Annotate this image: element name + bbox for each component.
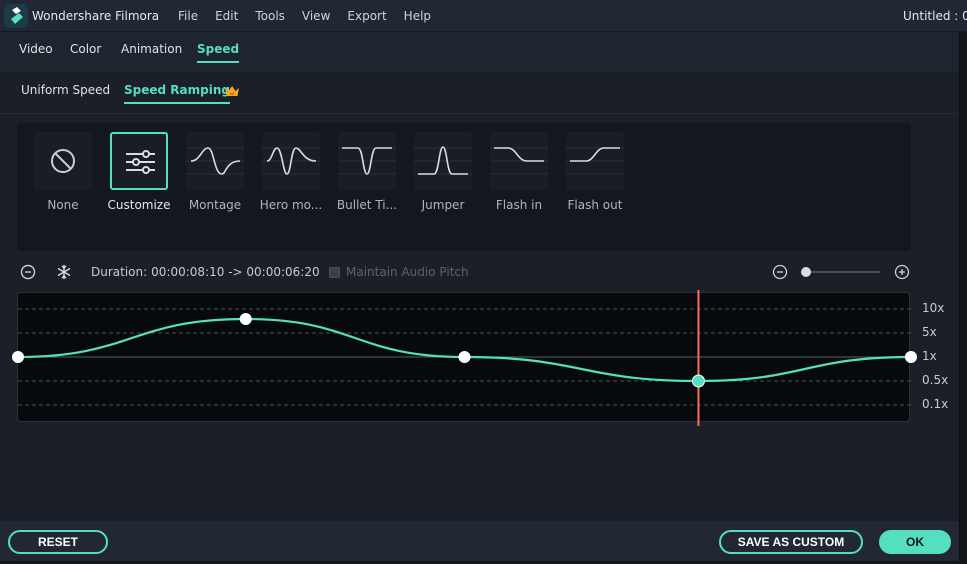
keyframe-handle[interactable] [905, 351, 917, 363]
curve-montage-icon [186, 147, 244, 175]
speed-curve [17, 317, 912, 383]
preset-montage[interactable]: Montage [186, 132, 244, 212]
keyframes-group [12, 313, 917, 388]
zoom-slider-handle[interactable] [801, 267, 811, 277]
zoom-in-icon[interactable] [894, 264, 910, 280]
no-entry-icon [51, 149, 75, 173]
zoom-out-icon[interactable] [772, 264, 788, 280]
preset-label: Montage [188, 198, 242, 212]
menu-tools[interactable]: Tools [255, 9, 285, 23]
preset-label: Jumper [421, 198, 465, 212]
keyframe-handle[interactable] [458, 351, 471, 363]
tab-speed[interactable]: Speed [197, 42, 240, 63]
curve-hero-icon [262, 147, 320, 175]
preset-label: Flash in [495, 198, 543, 212]
menu-file[interactable]: File [178, 9, 198, 23]
curve-jumper-icon [414, 146, 472, 175]
freeze-frame-icon[interactable] [56, 264, 72, 280]
tab-uniform-speed[interactable]: Uniform Speed [21, 83, 110, 97]
maintain-audio-pitch-label: Maintain Audio Pitch [346, 265, 469, 279]
tab-speed-ramping[interactable]: Speed Ramping [124, 83, 230, 104]
keyframe-handle[interactable] [12, 351, 24, 363]
speed-curve-editor[interactable] [12, 290, 917, 426]
curve-flash-in-icon [490, 147, 548, 175]
document-title: Untitled : 0 [903, 9, 967, 23]
footer-bar: RESET SAVE AS CUSTOM OK [0, 521, 959, 561]
sliders-icon [126, 150, 155, 174]
reset-button[interactable]: RESET [8, 530, 108, 554]
delete-keyframe-icon[interactable] [20, 264, 36, 280]
preset-label: Flash out [567, 198, 623, 212]
y-label-0.1x: 0.1x [922, 397, 949, 411]
speed-curve-svg[interactable] [12, 290, 917, 426]
tab-animation[interactable]: Animation [121, 42, 182, 56]
menu-help[interactable]: Help [404, 9, 431, 23]
preset-bullet-time[interactable]: Bullet Ti... [337, 132, 397, 212]
filmora-logo-icon [4, 4, 28, 28]
preset-customize[interactable]: Customize [108, 132, 171, 212]
y-label-10x: 10x [922, 301, 945, 315]
curve-bullet-icon [338, 147, 396, 175]
save-as-custom-button[interactable]: SAVE AS CUSTOM [719, 530, 863, 554]
preset-jumper[interactable]: Jumper [414, 132, 472, 212]
y-label-1x: 1x [922, 349, 937, 363]
zoom-slider-track[interactable] [802, 271, 880, 273]
speed-ramping-window: Wondershare Filmora File Edit Tools View… [0, 0, 967, 564]
menu-bar: File Edit Tools View Export Help [178, 9, 448, 23]
speed-axis-labels: 10x 5x 1x 0.5x 0.1x [922, 292, 962, 422]
y-label-0.5x: 0.5x [922, 373, 949, 387]
ok-button[interactable]: OK [879, 530, 951, 554]
preset-label: Customize [107, 198, 171, 212]
duration-value: 00:00:08:10 -> 00:00:06:20 [151, 265, 320, 279]
curve-flash-out-icon [566, 147, 624, 175]
tab-color[interactable]: Color [70, 42, 101, 56]
preset-flash-in[interactable]: Flash in [490, 132, 548, 212]
window-right-edge [959, 32, 967, 564]
preset-label: Bullet Ti... [336, 198, 398, 212]
maintain-audio-pitch-checkbox[interactable] [329, 266, 340, 278]
speed-controls-row: Duration: 00:00:08:10 -> 00:00:06:20 Main… [0, 260, 959, 284]
crown-icon [225, 86, 239, 96]
app-name: Wondershare Filmora [32, 9, 160, 23]
tab-video[interactable]: Video [19, 42, 53, 56]
speed-presets-panel: None Customize Montage Hero mo... Bullet… [17, 123, 911, 251]
duration-readout: Duration: 00:00:08:10 -> 00:00:06:20 [91, 265, 320, 279]
preset-label: Hero mo... [259, 198, 323, 212]
speed-sub-tabs: Uniform Speed Speed Ramping [0, 72, 959, 114]
keyframe-handle[interactable] [239, 313, 252, 325]
main-tabs: Video Color Animation Speed [0, 32, 959, 72]
preset-flash-out[interactable]: Flash out [566, 132, 624, 212]
maintain-audio-pitch[interactable]: Maintain Audio Pitch [329, 265, 469, 279]
menu-edit[interactable]: Edit [215, 9, 238, 23]
y-label-5x: 5x [922, 325, 937, 339]
preset-none[interactable]: None [34, 132, 92, 212]
title-bar: Wondershare Filmora File Edit Tools View… [0, 0, 967, 32]
preset-label: None [47, 198, 79, 212]
menu-export[interactable]: Export [347, 9, 386, 23]
duration-label: Duration: [91, 265, 148, 279]
preset-hero-moment[interactable]: Hero mo... [260, 132, 322, 212]
keyframe-handle[interactable] [691, 374, 705, 388]
menu-view[interactable]: View [302, 9, 330, 23]
